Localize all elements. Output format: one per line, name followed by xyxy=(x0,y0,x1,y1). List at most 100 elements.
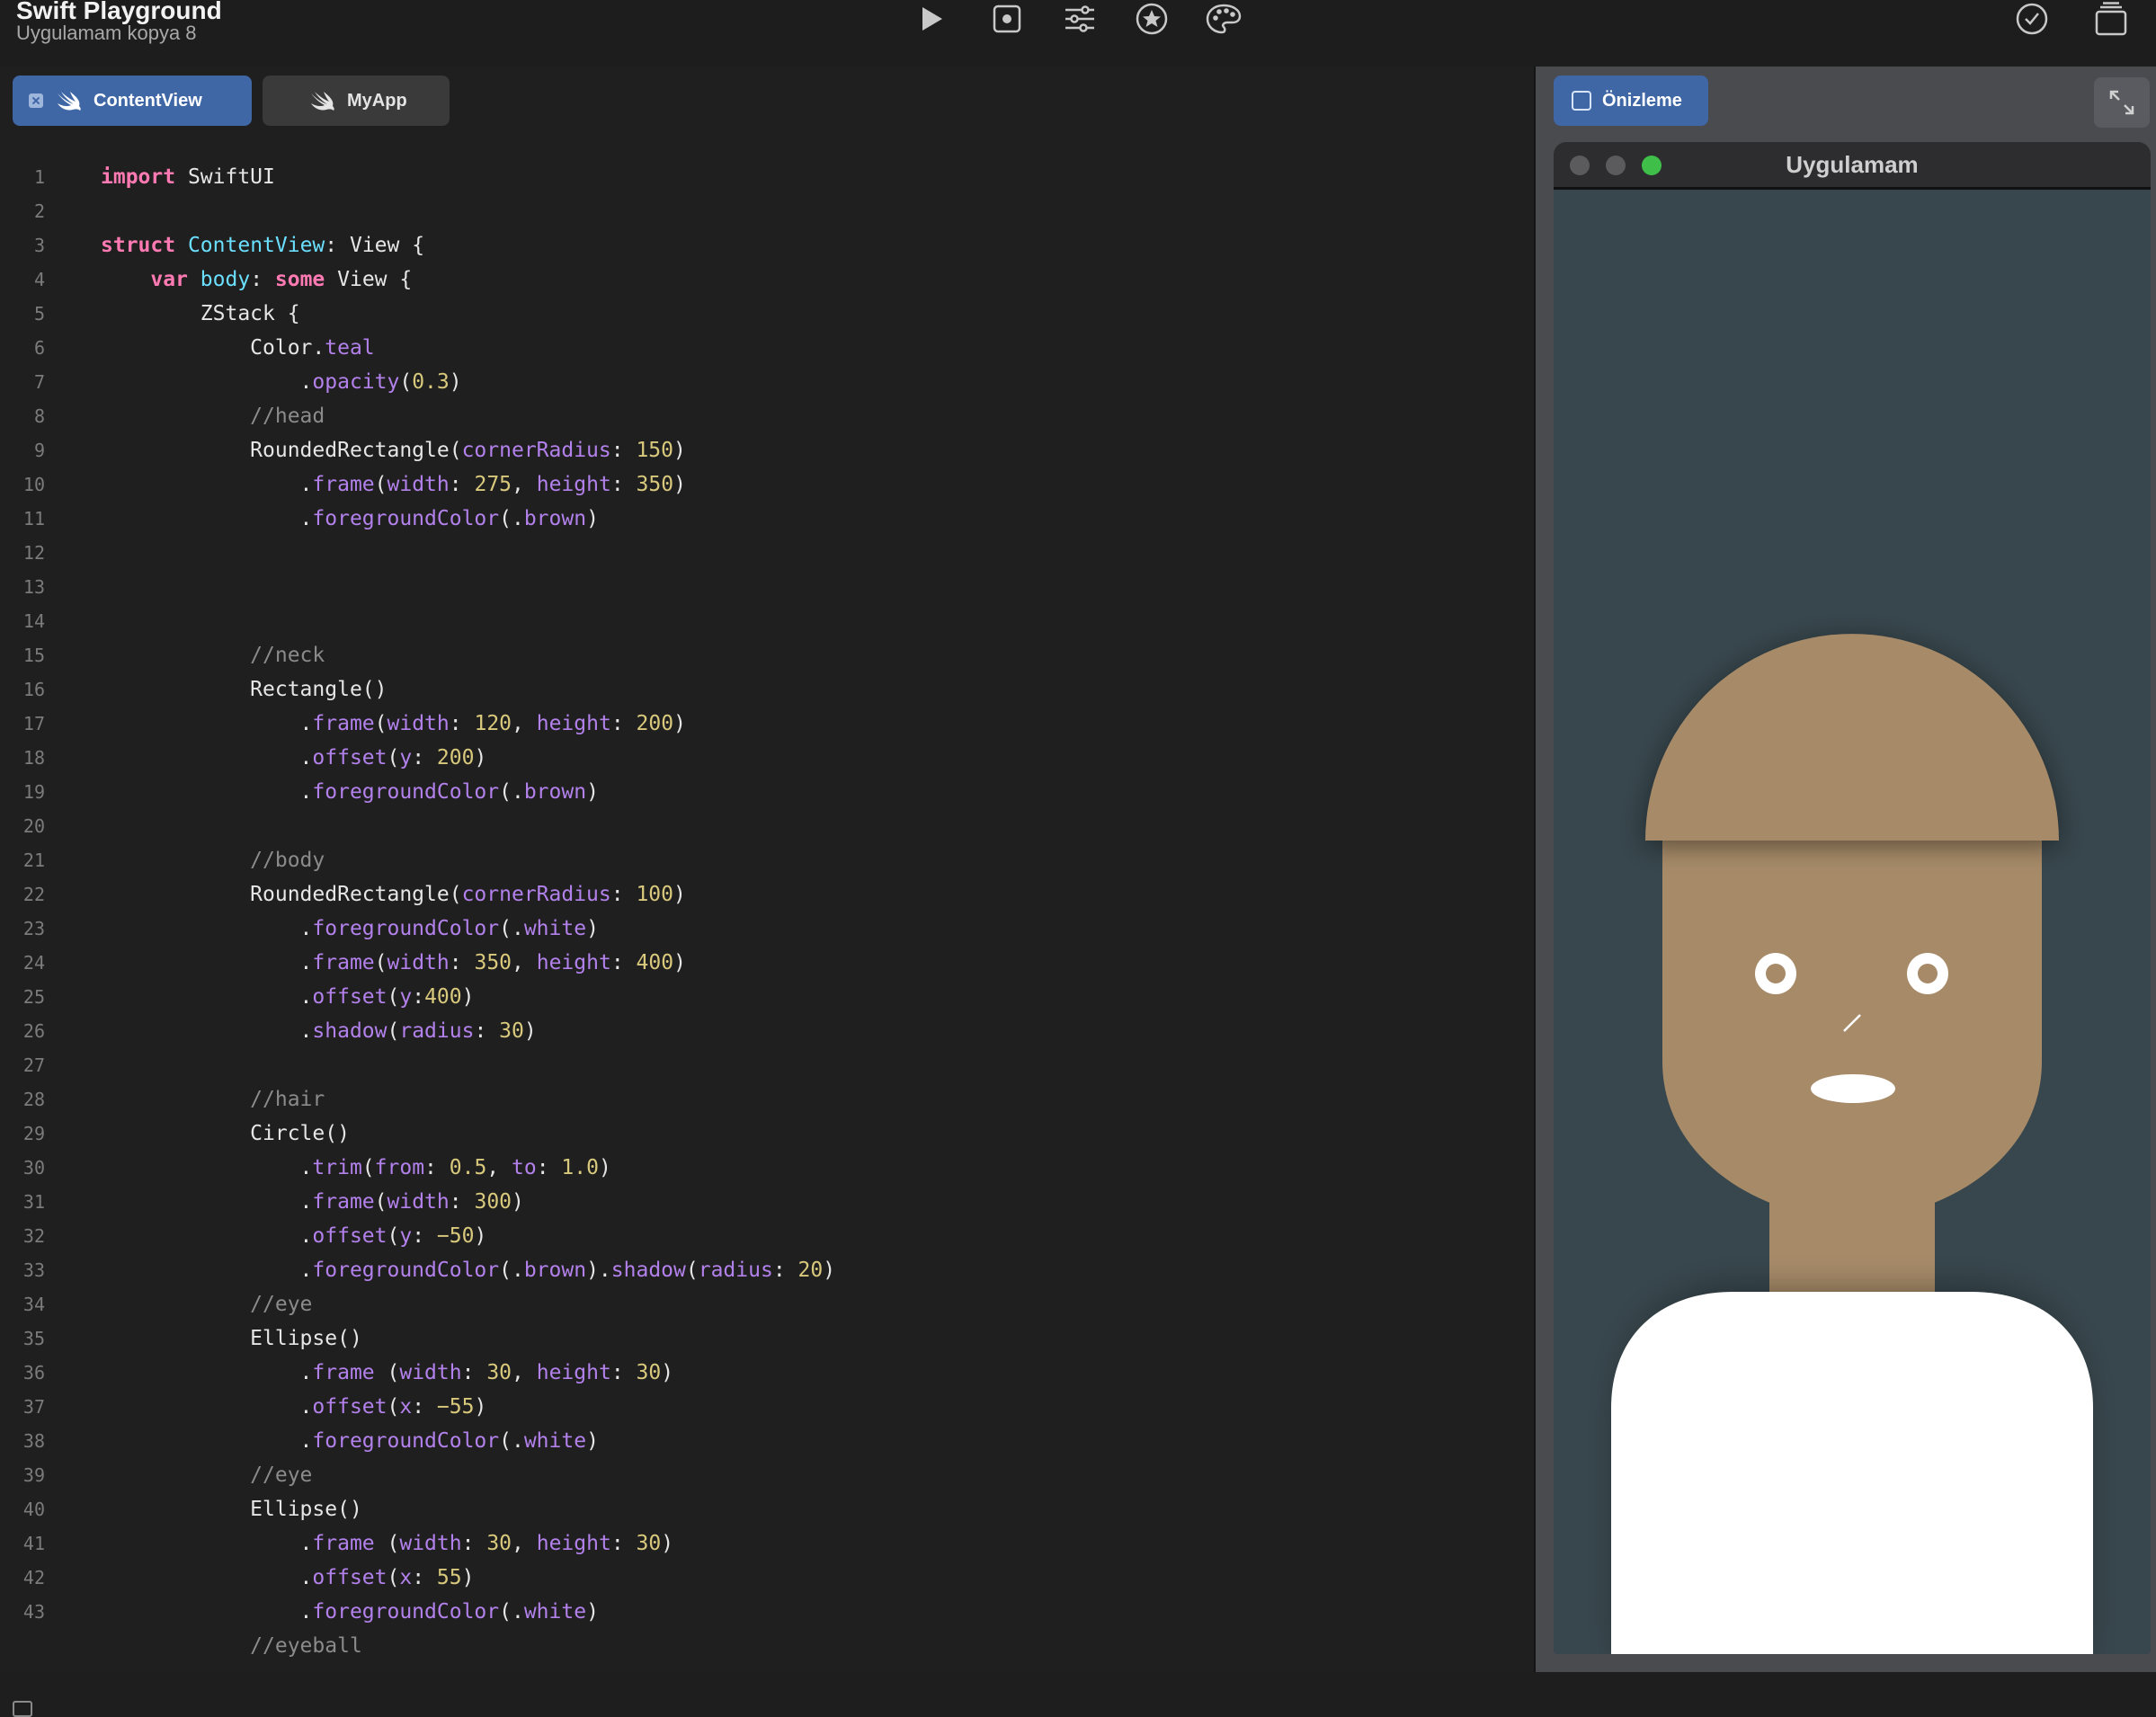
line-number: 4 xyxy=(33,269,45,290)
code-line[interactable]: 26 .shadow(radius: 30) xyxy=(0,1014,537,1048)
line-number: 35 xyxy=(22,1328,45,1349)
code-line[interactable]: 8 //head xyxy=(0,399,325,433)
code-text: .opacity(0.3) xyxy=(101,370,462,394)
code-text: .foregroundColor(.white) xyxy=(101,1600,599,1624)
code-line[interactable]: 10 .frame(width: 275, height: 350) xyxy=(0,467,686,502)
swift-icon xyxy=(311,92,334,111)
line-number: 22 xyxy=(22,884,45,905)
code-text: .offset(y:400) xyxy=(101,985,475,1009)
line-number: 30 xyxy=(22,1157,45,1179)
right-eyeball xyxy=(1918,964,1938,983)
line-number: 18 xyxy=(22,747,45,769)
line-number: 38 xyxy=(22,1430,45,1452)
code-line[interactable]: 42 .offset(x: 55) xyxy=(0,1561,475,1595)
line-number: 15 xyxy=(22,645,45,666)
tab-myapp-label: MyApp xyxy=(347,90,407,111)
code-line[interactable]: 19 .foregroundColor(.brown) xyxy=(0,775,599,809)
line-number: 24 xyxy=(22,952,45,974)
code-text: .foregroundColor(.brown).shadow(radius: … xyxy=(101,1259,836,1282)
code-line[interactable]: 18 .offset(y: 200) xyxy=(0,741,486,775)
preview-tab-label: Önizleme xyxy=(1602,90,1682,111)
code-line[interactable]: 32 .offset(y: −50) xyxy=(0,1219,486,1253)
stop-icon xyxy=(993,4,1021,33)
palette-button[interactable] xyxy=(1203,0,1244,38)
line-number: 3 xyxy=(33,235,45,256)
code-text: .frame(width: 300) xyxy=(101,1190,524,1214)
line-number: 19 xyxy=(22,781,45,803)
code-line[interactable]: 15 //neck xyxy=(0,638,325,672)
code-line[interactable]: 14 xyxy=(0,604,45,638)
code-line[interactable]: 22 RoundedRectangle(cornerRadius: 100) xyxy=(0,877,686,912)
console-icon[interactable] xyxy=(13,1701,32,1717)
code-line[interactable]: 37 .offset(x: −55) xyxy=(0,1390,486,1424)
code-line[interactable]: 30 .trim(from: 0.5, to: 1.0) xyxy=(0,1151,611,1185)
code-line[interactable]: 11 .foregroundColor(.brown) xyxy=(0,502,599,536)
code-line[interactable]: 25 .offset(y:400) xyxy=(0,980,475,1014)
code-line[interactable]: 31 .frame(width: 300) xyxy=(0,1185,524,1219)
line-number: 10 xyxy=(22,474,45,495)
code-line[interactable]: 33 .foregroundColor(.brown).shadow(radiu… xyxy=(0,1253,835,1287)
preview-tab[interactable]: Önizleme xyxy=(1554,76,1708,126)
code-line[interactable]: 36 .frame (width: 30, height: 30) xyxy=(0,1356,673,1390)
code-line[interactable]: 13 xyxy=(0,570,45,604)
code-line[interactable]: 43 .foregroundColor(.white) xyxy=(0,1595,599,1629)
check-button[interactable] xyxy=(2011,0,2053,38)
code-text: .frame(width: 120, height: 200) xyxy=(101,712,686,735)
code-line[interactable]: 41 .frame (width: 30, height: 30) xyxy=(0,1526,673,1561)
line-number: 32 xyxy=(22,1225,45,1247)
code-line[interactable]: 6 Color.teal xyxy=(0,331,375,365)
code-line[interactable]: 20 xyxy=(0,809,45,843)
code-text: .frame(width: 275, height: 350) xyxy=(101,473,686,496)
code-line[interactable]: 3 struct ContentView: View { xyxy=(0,228,424,262)
settings-button[interactable] xyxy=(1059,0,1100,38)
code-text: .foregroundColor(.white) xyxy=(101,1429,599,1453)
line-number: 5 xyxy=(33,303,45,325)
code-line[interactable]: 4 var body: some View { xyxy=(0,262,412,297)
code-line[interactable]: 24 .frame(width: 350, height: 400) xyxy=(0,946,686,980)
code-line[interactable]: 40 Ellipse() xyxy=(0,1492,362,1526)
code-line[interactable]: 23 .foregroundColor(.white) xyxy=(0,912,599,946)
simulator-window: Uygulamam xyxy=(1554,142,2151,1654)
code-line[interactable]: 27 xyxy=(0,1048,45,1082)
code-text: Circle() xyxy=(101,1122,350,1145)
tab-contentview[interactable]: ContentView xyxy=(13,76,252,126)
line-number: 11 xyxy=(22,508,45,529)
code-line[interactable]: 21 //body xyxy=(0,843,325,877)
code-line[interactable]: 16 Rectangle() xyxy=(0,672,388,707)
code-text: var body: some View { xyxy=(150,268,413,291)
code-line[interactable]: 5 ZStack { xyxy=(0,297,300,331)
code-line[interactable]: 35 Ellipse() xyxy=(0,1321,362,1356)
play-button[interactable] xyxy=(911,0,952,38)
code-line[interactable]: 2 xyxy=(0,194,45,228)
favorites-button[interactable] xyxy=(1131,0,1172,38)
mouth xyxy=(1811,1074,1895,1103)
library-button[interactable] xyxy=(2090,0,2132,38)
code-line[interactable]: 9 RoundedRectangle(cornerRadius: 150) xyxy=(0,433,686,467)
expand-button[interactable] xyxy=(2094,77,2150,128)
code-text: RoundedRectangle(cornerRadius: 150) xyxy=(101,439,686,462)
app-store-icon xyxy=(1572,91,1591,111)
line-number: 36 xyxy=(22,1362,45,1383)
line-number: 14 xyxy=(22,610,45,632)
code-line[interactable]: 7 .opacity(0.3) xyxy=(0,365,462,399)
code-line[interactable]: 12 xyxy=(0,536,45,570)
close-tab-icon[interactable] xyxy=(29,93,43,108)
line-number: 28 xyxy=(22,1089,45,1110)
code-line[interactable]: 29 Circle() xyxy=(0,1116,350,1151)
code-line[interactable]: 1 import SwiftUI xyxy=(0,160,275,194)
code-editor[interactable]: ContentView MyApp 1 import SwiftUI 2 3 struc… xyxy=(0,67,1534,1717)
window-titlebar: Uygulamam xyxy=(1554,142,2151,190)
stop-button[interactable] xyxy=(986,0,1028,38)
code-text: //hair xyxy=(250,1088,325,1111)
code-line[interactable]: //eyeball xyxy=(0,1629,362,1663)
line-number: 13 xyxy=(22,576,45,598)
code-line[interactable]: 38 .foregroundColor(.white) xyxy=(0,1424,599,1458)
code-line[interactable]: 28 //hair xyxy=(0,1082,325,1116)
code-text: .foregroundColor(.brown) xyxy=(101,780,599,804)
code-text: //body xyxy=(250,849,325,872)
code-line[interactable]: 17 .frame(width: 120, height: 200) xyxy=(0,707,686,741)
tab-myapp[interactable]: MyApp xyxy=(263,76,450,126)
code-line[interactable]: 39 //eye xyxy=(0,1458,313,1492)
code-text: Ellipse() xyxy=(101,1327,362,1350)
code-line[interactable]: 34 //eye xyxy=(0,1287,313,1321)
